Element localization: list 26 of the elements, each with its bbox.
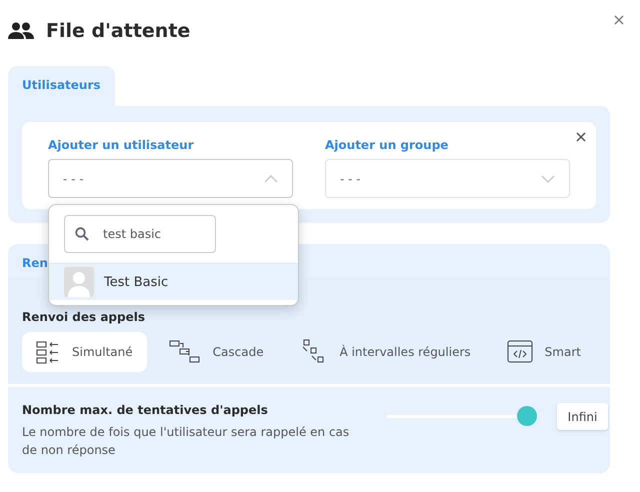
close-icon[interactable] <box>576 132 586 142</box>
cascade-icon <box>168 340 201 364</box>
slider-thumb[interactable] <box>517 406 537 426</box>
field-label: Ajouter un utilisateur <box>48 138 195 152</box>
window-title: File d'attente <box>46 20 190 42</box>
section-title: Ren <box>21 255 49 272</box>
parallel-arrows-icon <box>36 340 60 364</box>
user-select[interactable]: - - - <box>48 159 293 198</box>
subsection-title: Renvoi des appels <box>22 310 146 324</box>
value-button[interactable]: Infini <box>557 403 608 430</box>
chevron-up-icon <box>264 174 278 182</box>
mode-option[interactable]: Cascade <box>154 332 278 372</box>
setting-title: Nombre max. de tentatives d'appels <box>22 403 269 417</box>
mode-option[interactable]: À intervalles réguliers <box>286 332 485 372</box>
user-option[interactable]: Test Basic <box>49 263 298 300</box>
chevron-down-icon <box>541 174 555 182</box>
code-window-icon <box>506 340 533 364</box>
avatar-icon <box>64 267 94 297</box>
group-select[interactable]: - - - <box>325 159 570 198</box>
people-icon <box>8 22 34 40</box>
close-icon[interactable] <box>614 15 624 25</box>
setting-description: Le nombre de fois que l'utilisateur sera rappelé en cas de non réponse <box>22 424 350 459</box>
search-icon <box>75 227 89 241</box>
field-label: Ajouter un groupe <box>325 138 450 152</box>
mode-option[interactable]: Smart <box>492 332 595 372</box>
mode-option[interactable]: Simultané <box>22 332 147 372</box>
